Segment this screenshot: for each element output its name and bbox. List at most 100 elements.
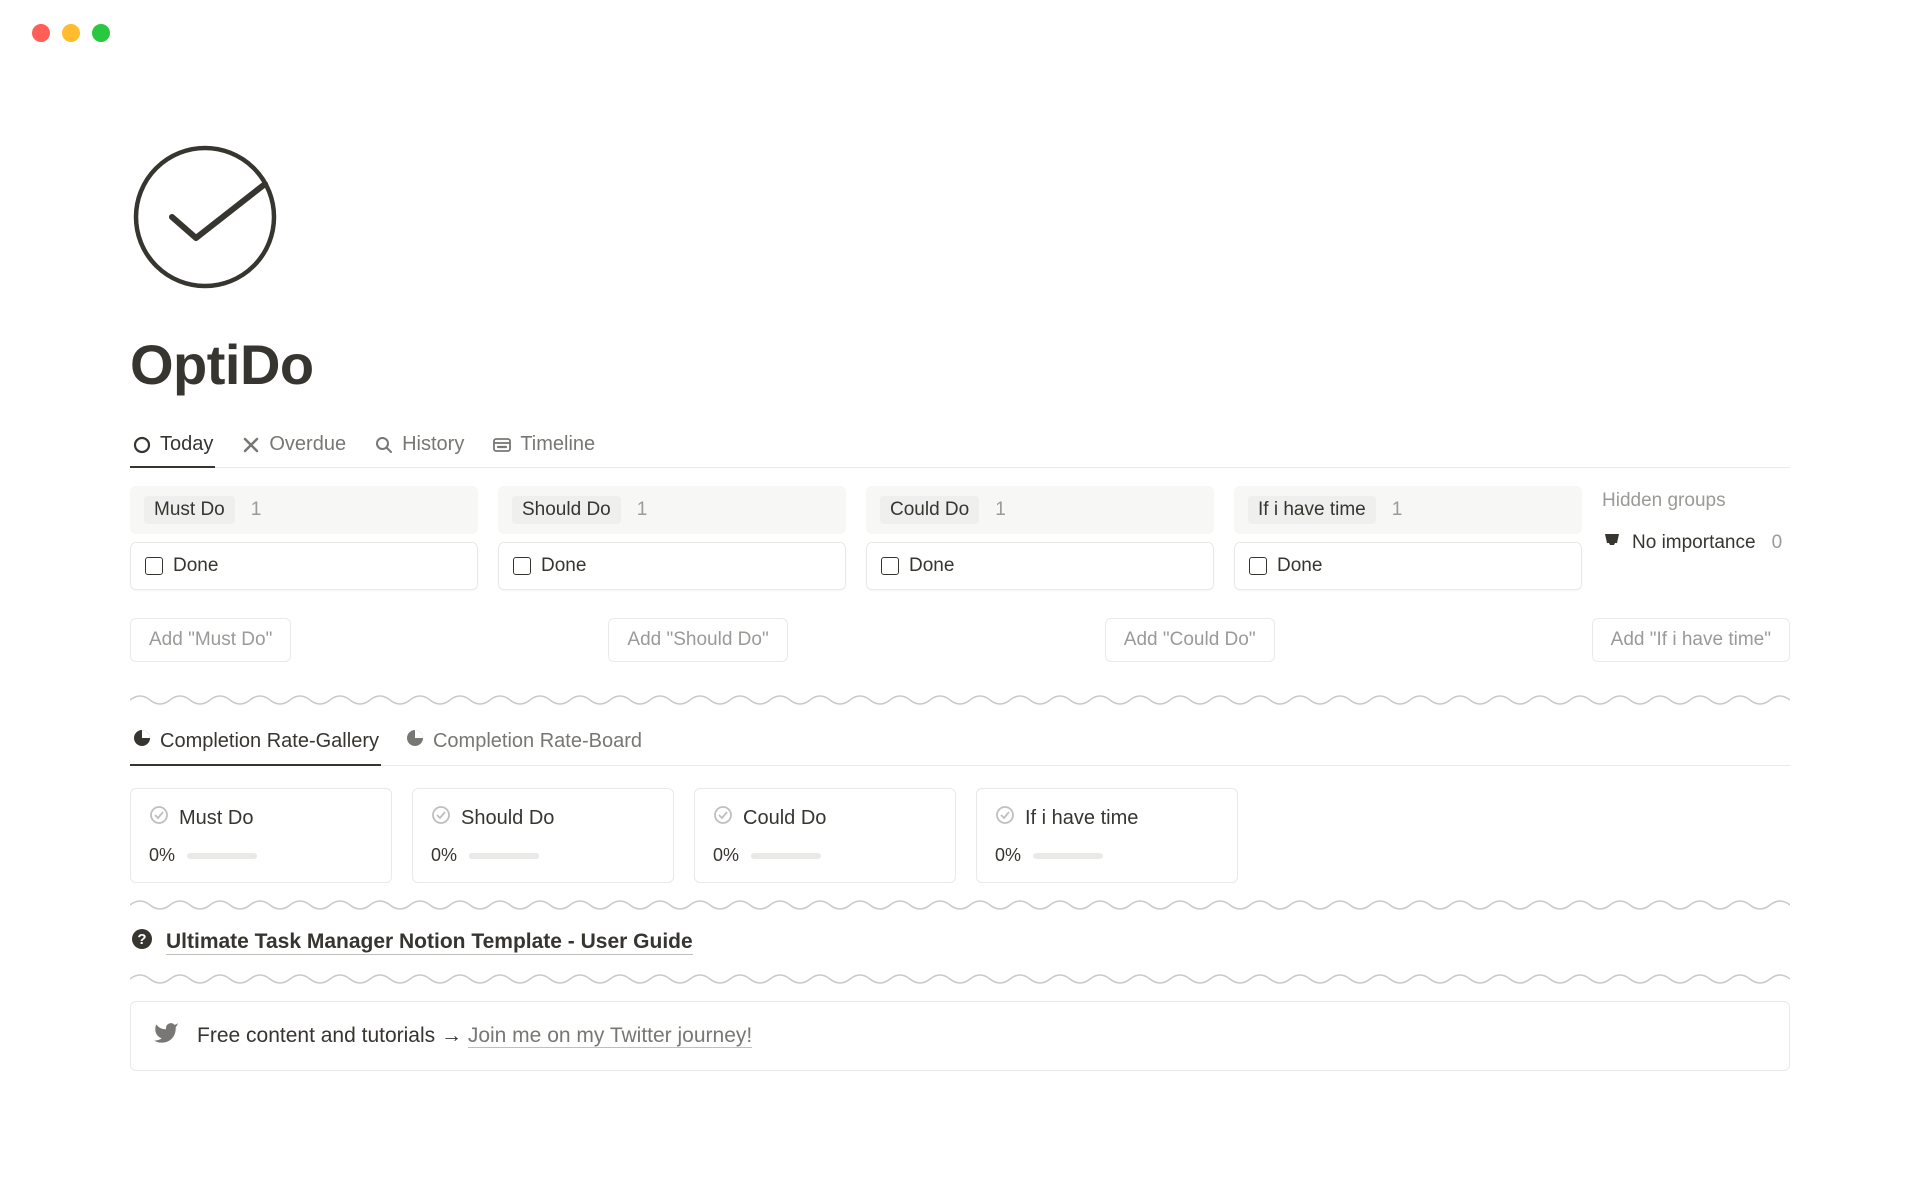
completion-rate-tabs: Completion Rate-Gallery Completion Rate-… [130,722,1790,766]
card-title: Done [173,555,218,577]
window-traffic-lights [0,0,1920,42]
divider-wavy [130,971,1790,987]
gallery-card-percent: 0% [149,845,175,866]
x-icon [241,435,261,455]
tab-today[interactable]: Today [130,425,215,468]
column-count: 1 [251,499,262,521]
gallery-card-could-do[interactable]: Could Do 0% [694,788,956,883]
timeline-icon [492,435,512,455]
tab-label: History [402,433,464,456]
divider-wavy [130,897,1790,913]
column-count: 1 [637,499,648,521]
hidden-item-count: 0 [1772,532,1783,554]
column-tag: Should Do [512,496,621,524]
question-circle-icon: ? [130,927,154,957]
subtab-completion-gallery[interactable]: Completion Rate-Gallery [130,722,381,766]
gallery-card-percent: 0% [995,845,1021,866]
progress-bar [1033,853,1103,859]
pie-chart-icon [405,728,425,754]
check-circle-icon [149,805,169,831]
check-circle-icon [431,805,451,831]
tab-label: Overdue [269,433,346,456]
check-circle-icon [713,805,733,831]
maximize-window-button[interactable] [92,24,110,42]
task-card[interactable]: Done [1234,542,1582,590]
page-title[interactable]: OptiDo [130,332,1790,397]
inbox-icon [1602,530,1622,556]
column-header[interactable]: Should Do 1 [498,486,846,534]
callout-link[interactable]: Join me on my Twitter journey! [468,1024,752,1048]
user-guide-link[interactable]: ? Ultimate Task Manager Notion Template … [130,927,1790,957]
subtab-label: Completion Rate-Gallery [160,730,379,753]
column-tag: Could Do [880,496,979,524]
column-tag: Must Do [144,496,235,524]
minimize-window-button[interactable] [62,24,80,42]
add-must-do-button[interactable]: Add "Must Do" [130,618,291,662]
subtab-completion-board[interactable]: Completion Rate-Board [403,722,644,766]
twitter-callout[interactable]: Free content and tutorials → Join me on … [130,1001,1790,1071]
task-card[interactable]: Done [130,542,478,590]
add-buttons-row: Add "Must Do" Add "Should Do" Add "Could… [130,590,1790,678]
column-header[interactable]: Must Do 1 [130,486,478,534]
progress-bar [751,853,821,859]
page-icon[interactable] [130,142,1790,292]
card-title: Done [1277,555,1322,577]
gallery-card-must-do[interactable]: Must Do 0% [130,788,392,883]
hidden-item-label: No importance [1632,532,1756,554]
tab-label: Today [160,433,213,456]
column-if-i-have-time: If i have time 1 Done [1234,486,1582,590]
circle-icon [132,435,152,455]
column-header[interactable]: If i have time 1 [1234,486,1582,534]
checkbox-icon[interactable] [1249,557,1267,575]
column-tag: If i have time [1248,496,1376,524]
gallery-card-label: Could Do [743,807,826,830]
twitter-bird-icon [153,1020,179,1052]
add-could-do-button[interactable]: Add "Could Do" [1105,618,1275,662]
gallery-card-label: Should Do [461,807,554,830]
add-should-do-button[interactable]: Add "Should Do" [608,618,787,662]
gallery-card-percent: 0% [713,845,739,866]
check-circle-icon [995,805,1015,831]
hidden-groups-title: Hidden groups [1602,490,1802,512]
gallery-card-if-i-have-time[interactable]: If i have time 0% [976,788,1238,883]
gallery-card-percent: 0% [431,845,457,866]
callout-arrow: → [441,1024,468,1047]
task-card[interactable]: Done [498,542,846,590]
column-count: 1 [995,499,1006,521]
column-count: 1 [1392,499,1403,521]
search-icon [374,435,394,455]
checkbox-icon[interactable] [513,557,531,575]
column-could-do: Could Do 1 Done [866,486,1214,590]
column-header[interactable]: Could Do 1 [866,486,1214,534]
column-must-do: Must Do 1 Done [130,486,478,590]
gallery-card-should-do[interactable]: Should Do 0% [412,788,674,883]
tab-history[interactable]: History [372,425,466,468]
tab-timeline[interactable]: Timeline [490,425,597,468]
hidden-groups: Hidden groups No importance 0 [1602,486,1802,556]
checkbox-icon[interactable] [145,557,163,575]
gallery-card-label: If i have time [1025,807,1138,830]
task-card[interactable]: Done [866,542,1214,590]
progress-bar [469,853,539,859]
kanban-board: Must Do 1 Done Should Do 1 Done Could Do… [130,468,1790,590]
card-title: Done [909,555,954,577]
hidden-group-item[interactable]: No importance 0 [1602,530,1802,556]
subtab-label: Completion Rate-Board [433,730,642,753]
completion-gallery: Must Do 0% Should Do 0% Could Do 0 [130,766,1790,883]
card-title: Done [541,555,586,577]
tab-overdue[interactable]: Overdue [239,425,348,468]
tab-label: Timeline [520,433,595,456]
callout-text: Free content and tutorials → Join me on … [197,1024,752,1048]
callout-prefix: Free content and tutorials [197,1024,441,1047]
gallery-card-label: Must Do [179,807,253,830]
checkbox-icon[interactable] [881,557,899,575]
column-should-do: Should Do 1 Done [498,486,846,590]
divider-wavy [130,692,1790,708]
progress-bar [187,853,257,859]
pie-chart-icon [132,728,152,754]
svg-text:?: ? [137,931,146,948]
user-guide-text: Ultimate Task Manager Notion Template - … [166,930,693,955]
close-window-button[interactable] [32,24,50,42]
view-tabs: Today Overdue History Timeline [130,425,1790,468]
add-if-i-have-time-button[interactable]: Add "If i have time" [1592,618,1790,662]
